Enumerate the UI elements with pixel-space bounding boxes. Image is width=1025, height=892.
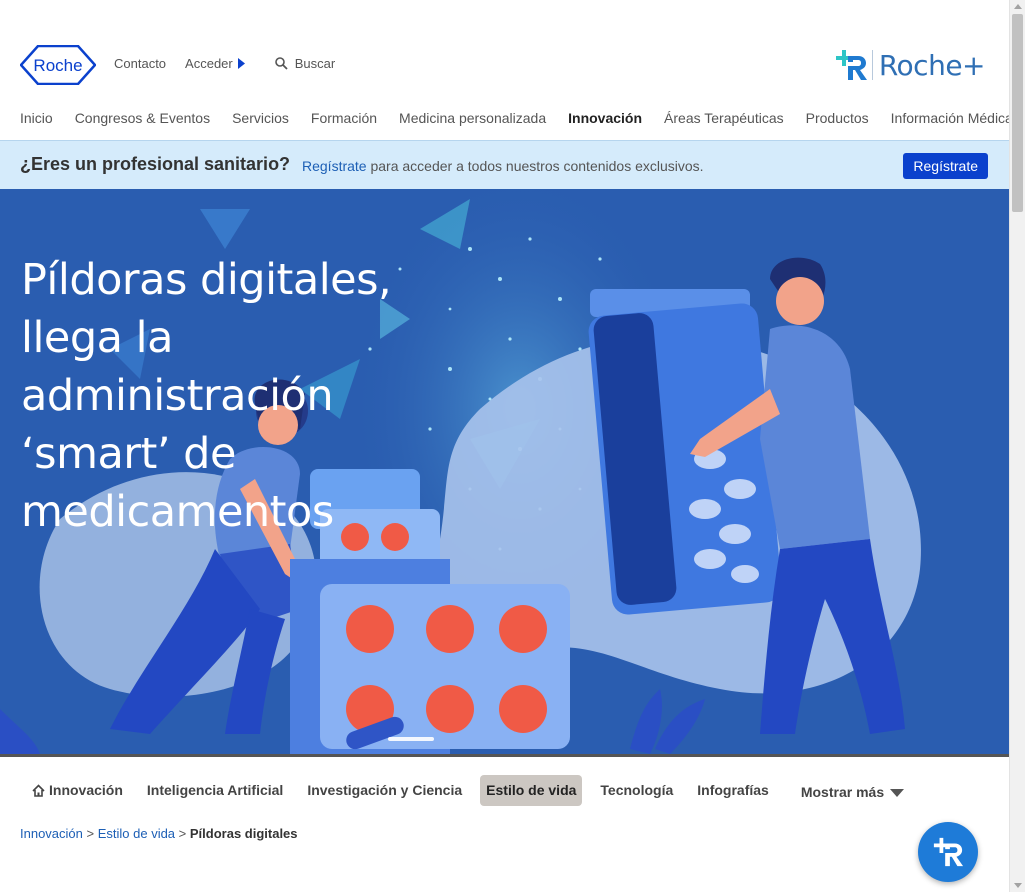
register-button[interactable]: Regístrate: [903, 153, 988, 179]
rocheplus-separator: [871, 50, 873, 80]
tab-infografias[interactable]: Infografías: [691, 775, 775, 806]
breadcrumb-separator: >: [175, 826, 190, 841]
category-tabs: Innovación Inteligencia Artificial Inves…: [26, 773, 922, 808]
rocheplus-logo[interactable]: Roche+: [834, 48, 986, 82]
top-links: Contacto Acceder Buscar: [114, 56, 335, 71]
home-icon: [32, 784, 45, 797]
nav-item-medicina-personalizada[interactable]: Medicina personalizada: [399, 110, 546, 126]
login-label: Acceder: [185, 56, 233, 71]
banner-message-text: para acceder a todos nuestros contenidos…: [366, 158, 704, 174]
search-button[interactable]: Buscar: [274, 56, 336, 71]
breadcrumb-item-innovacion[interactable]: Innovación: [20, 826, 83, 841]
tab-estilo-de-vida-label: Estilo de vida: [486, 782, 577, 798]
hero-banner[interactable]: Píldoras digitales, llega la administrac…: [0, 189, 1009, 756]
tab-infografias-label: Infografías: [697, 782, 769, 798]
contact-link[interactable]: Contacto: [114, 56, 166, 71]
nav-item-formacion[interactable]: Formación: [311, 110, 377, 126]
tab-investigacion-ciencia-label: Investigación y Ciencia: [307, 782, 463, 798]
caret-right-icon: [237, 58, 245, 69]
page-scrollbar[interactable]: [1009, 0, 1025, 892]
carousel-indicator[interactable]: [388, 737, 434, 741]
nav-item-areas-terapeuticas[interactable]: Áreas Terapéuticas: [664, 110, 784, 126]
roche-logo-text: Roche: [33, 56, 82, 75]
breadcrumb-current: Píldoras digitales: [189, 826, 298, 841]
tab-innovacion[interactable]: Innovación: [26, 775, 129, 806]
hero-title: Píldoras digitales, llega la administrac…: [21, 255, 392, 537]
rocheplus-r-icon: [835, 50, 867, 80]
tab-innovacion-label: Innovación: [49, 782, 123, 798]
rocheplus-chat-button[interactable]: [918, 822, 978, 882]
caret-down-icon: [890, 788, 905, 797]
tab-tecnologia[interactable]: Tecnología: [594, 775, 679, 806]
banner-register-link[interactable]: Regístrate: [302, 158, 367, 174]
breadcrumb: Innovación > Estilo de vida > Píldoras d…: [20, 826, 298, 841]
tab-estilo-de-vida[interactable]: Estilo de vida: [480, 775, 583, 806]
search-label: Buscar: [294, 56, 336, 71]
tab-mostrar-mas[interactable]: Mostrar más: [795, 777, 910, 808]
breadcrumb-separator: >: [82, 826, 98, 841]
nav-item-productos[interactable]: Productos: [806, 110, 869, 126]
tab-inteligencia-artificial[interactable]: Inteligencia Artificial: [141, 775, 289, 806]
scroll-up-arrow-icon[interactable]: [1014, 4, 1022, 9]
scroll-down-arrow-icon[interactable]: [1014, 883, 1022, 888]
tab-inteligencia-artificial-label: Inteligencia Artificial: [146, 782, 284, 798]
page: Roche Contacto Acceder Buscar Roche+ Ini…: [0, 0, 1009, 892]
rocheplus-text: Roche+: [878, 48, 986, 82]
main-nav: Inicio Congresos & Eventos Servicios For…: [20, 110, 1009, 126]
banner-question: ¿Eres un profesional sanitario?: [20, 154, 291, 174]
tab-mostrar-mas-label: Mostrar más: [800, 784, 885, 800]
nav-item-innovacion[interactable]: Innovación: [568, 110, 642, 126]
search-icon: [274, 57, 288, 70]
roche-logo[interactable]: Roche: [20, 45, 96, 85]
nav-item-congresos[interactable]: Congresos & Eventos: [75, 110, 210, 126]
tab-tecnologia-label: Tecnología: [600, 782, 674, 798]
nav-item-inicio[interactable]: Inicio: [20, 110, 53, 126]
tab-investigacion-ciencia[interactable]: Investigación y Ciencia: [301, 775, 468, 806]
scroll-thumb[interactable]: [1012, 14, 1023, 212]
login-link[interactable]: Acceder: [185, 56, 245, 71]
nav-item-servicios[interactable]: Servicios: [232, 110, 289, 126]
site-header: Roche Contacto Acceder Buscar Roche+ Ini…: [0, 0, 1009, 140]
professional-banner: ¿Eres un profesional sanitario? Regístra…: [0, 140, 1009, 189]
banner-message: Regístrate para acceder a todos nuestros…: [302, 158, 704, 174]
nav-item-informacion-medica[interactable]: Información Médica: [891, 110, 1009, 126]
breadcrumb-item-estilo-de-vida[interactable]: Estilo de vida: [98, 826, 175, 841]
rocheplus-r-icon: [933, 837, 964, 867]
hero-divider: [0, 754, 1009, 757]
